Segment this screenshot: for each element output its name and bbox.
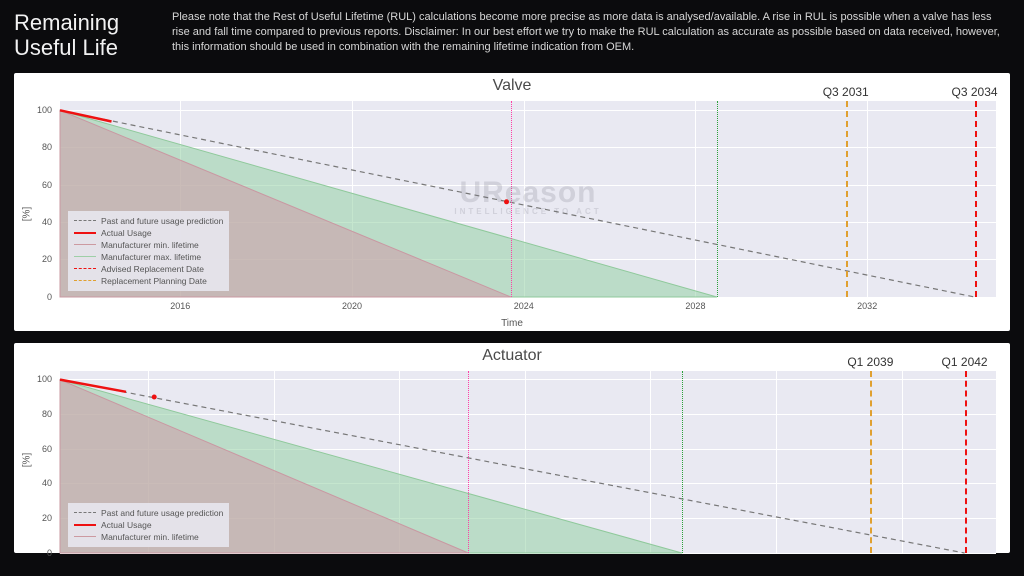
legend-swatch: [74, 232, 96, 234]
legend-label: Manufacturer min. lifetime: [101, 532, 199, 542]
actuator-plot[interactable]: Q1 2039Q1 2042Past and future usage pred…: [60, 371, 996, 553]
vline-green-dot: [717, 101, 718, 297]
legend-item: Advised Replacement Date: [74, 263, 223, 275]
legend-swatch: [74, 244, 96, 245]
vline-amber-dash: [846, 101, 848, 297]
valve-panel: Valve [%] Q3 2031Q3 2034UReasonINTELLIGE…: [14, 73, 1010, 331]
vline-pink-dot: [511, 101, 512, 297]
actuator-panel: Actuator [%] Q1 2039Q1 2042Past and futu…: [14, 343, 1010, 553]
vline-red-dash: [965, 371, 967, 553]
vline-green-dot: [682, 371, 683, 553]
legend-item: Past and future usage prediction: [74, 507, 223, 519]
x-tick: 2016: [170, 301, 190, 311]
legend-item: Replacement Planning Date: [74, 275, 223, 287]
legend-item: Manufacturer max. lifetime: [74, 251, 223, 263]
vline-pink-dot: [468, 371, 469, 553]
x-tick: 2028: [685, 301, 705, 311]
vline-red-dash: [975, 101, 977, 297]
legend: Past and future usage prediction Actual U…: [68, 211, 229, 291]
actuator-plot-wrap: [%] Q1 2039Q1 2042Past and future usage …: [14, 367, 1010, 553]
page-title: Remaining Useful Life: [14, 10, 154, 61]
legend-item: Actual Usage: [74, 519, 223, 531]
legend-swatch: [74, 220, 96, 221]
legend-label: Replacement Planning Date: [101, 276, 207, 286]
legend-label: Advised Replacement Date: [101, 264, 204, 274]
legend-item: Past and future usage prediction: [74, 215, 223, 227]
legend-label: Past and future usage prediction: [101, 216, 223, 226]
x-tick: 2032: [857, 301, 877, 311]
y-tick: 100: [37, 105, 52, 115]
legend-label: Past and future usage prediction: [101, 508, 223, 518]
legend-label: Actual Usage: [101, 228, 152, 238]
date-annotation: Q3 2031: [823, 85, 869, 99]
actuator-ylabel: [%]: [22, 452, 33, 466]
legend: Past and future usage prediction Actual U…: [68, 503, 229, 547]
y-tick: 20: [42, 513, 52, 523]
y-tick: 60: [42, 444, 52, 454]
vline-amber-dash: [870, 371, 872, 553]
legend-item: Manufacturer min. lifetime: [74, 531, 223, 543]
date-annotation: Q3 2034: [952, 85, 998, 99]
y-tick: 80: [42, 409, 52, 419]
valve-xlabel: Time: [501, 318, 523, 329]
valve-plot-wrap: [%] Q3 2031Q3 2034UReasonINTELLIGENCE TO…: [14, 97, 1010, 331]
legend-label: Manufacturer min. lifetime: [101, 240, 199, 250]
legend-item: Actual Usage: [74, 227, 223, 239]
header: Remaining Useful Life Please note that t…: [0, 0, 1024, 73]
legend-swatch: [74, 280, 96, 281]
y-tick: 0: [47, 292, 52, 302]
date-annotation: Q1 2042: [942, 355, 988, 369]
legend-item: Manufacturer min. lifetime: [74, 239, 223, 251]
y-tick: 20: [42, 254, 52, 264]
legend-swatch: [74, 524, 96, 526]
x-tick: 2024: [514, 301, 534, 311]
y-tick: 80: [42, 142, 52, 152]
y-tick: 100: [37, 374, 52, 384]
y-tick: 60: [42, 180, 52, 190]
legend-swatch: [74, 268, 96, 269]
valve-plot[interactable]: Q3 2031Q3 2034UReasonINTELLIGENCE TO ACT…: [60, 101, 996, 297]
y-tick: 40: [42, 217, 52, 227]
x-tick: 2020: [342, 301, 362, 311]
legend-swatch: [74, 536, 96, 537]
date-annotation: Q1 2039: [847, 355, 893, 369]
legend-swatch: [74, 512, 96, 513]
valve-ylabel: [%]: [22, 206, 33, 220]
y-tick: 0: [47, 548, 52, 558]
legend-label: Actual Usage: [101, 520, 152, 530]
legend-swatch: [74, 256, 96, 257]
legend-label: Manufacturer max. lifetime: [101, 252, 201, 262]
y-tick: 40: [42, 478, 52, 488]
page-description: Please note that the Rest of Useful Life…: [172, 10, 1010, 55]
